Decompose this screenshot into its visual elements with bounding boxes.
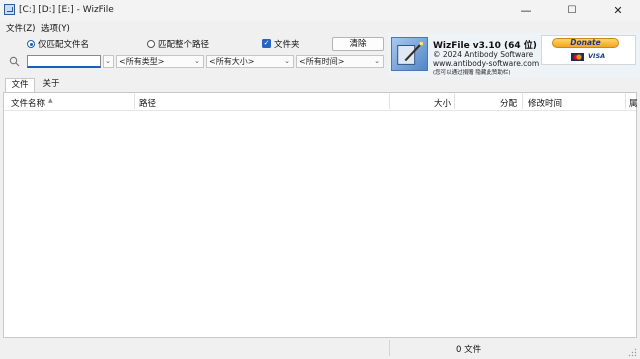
resize-grip-icon[interactable] [628, 348, 637, 357]
status-bar [0, 339, 640, 359]
tab-about[interactable]: 关于 [37, 78, 65, 92]
visa-icon: VISA [588, 52, 606, 60]
type-filter-dropdown[interactable]: <所有类型> ⌄ [116, 55, 204, 68]
tab-files[interactable]: 文件 [5, 78, 35, 92]
match-filename-radio[interactable] [27, 40, 35, 48]
column-divider[interactable] [625, 94, 626, 109]
column-divider[interactable] [134, 94, 135, 109]
size-filter-value: <所有大小> [209, 57, 255, 66]
column-name[interactable]: 文件名称 [11, 97, 45, 109]
column-divider[interactable] [522, 94, 523, 109]
sponsor-note: (您可以通过捐赠 隐藏此赞助栏) [433, 70, 511, 76]
menu-file[interactable]: 文件(Z) [6, 22, 35, 34]
mastercard-icon [571, 53, 584, 61]
results-list[interactable] [3, 92, 637, 338]
close-button[interactable]: ✕ [595, 0, 640, 21]
menu-options[interactable]: 选项(Y) [41, 22, 70, 34]
chevron-down-icon: ⌄ [284, 57, 290, 65]
type-filter-value: <所有类型> [119, 57, 165, 66]
column-size[interactable]: 大小 [434, 97, 451, 109]
website-link[interactable]: www.antibody-software.com [433, 59, 539, 68]
column-modified[interactable]: 修改时间 [528, 97, 562, 109]
search-input[interactable] [27, 55, 101, 68]
column-divider[interactable] [454, 94, 455, 109]
donate-button[interactable]: Donate [552, 38, 619, 48]
chevron-down-icon: ⌄ [105, 57, 111, 65]
search-icon [9, 56, 20, 67]
column-divider[interactable] [389, 94, 390, 109]
column-path[interactable]: 路径 [139, 97, 156, 109]
folders-label[interactable]: 文件夹 [274, 38, 300, 50]
wizfile-logo-icon [391, 37, 428, 71]
match-full-path-label[interactable]: 匹配整个路径 [158, 38, 209, 50]
match-filename-label[interactable]: 仅匹配文件名 [38, 38, 89, 50]
sort-ascending-icon: ▲ [48, 97, 53, 104]
copyright-text: © 2024 Antibody Software [433, 50, 534, 59]
match-full-path-radio[interactable] [147, 40, 155, 48]
column-allocated[interactable]: 分配 [500, 97, 517, 109]
clear-button[interactable]: 清除 [332, 37, 384, 51]
folders-checkbox[interactable]: ✓ [262, 39, 271, 48]
maximize-button[interactable]: ☐ [549, 0, 595, 21]
file-count: 0 文件 [456, 345, 482, 355]
chevron-down-icon: ⌄ [374, 57, 380, 65]
search-history-dropdown[interactable]: ⌄ [103, 55, 114, 68]
size-filter-dropdown[interactable]: <所有大小> ⌄ [206, 55, 294, 68]
time-filter-dropdown[interactable]: <所有时间> ⌄ [296, 55, 384, 68]
window-title: [C:] [D:] [E:] - WizFile [19, 5, 114, 15]
wizfile-app-icon[interactable] [4, 4, 15, 15]
column-attributes[interactable]: 属 [629, 97, 637, 109]
time-filter-value: <所有时间> [299, 57, 345, 66]
minimize-button[interactable]: — [503, 0, 549, 21]
status-divider [389, 340, 390, 356]
chevron-down-icon: ⌄ [194, 57, 200, 65]
